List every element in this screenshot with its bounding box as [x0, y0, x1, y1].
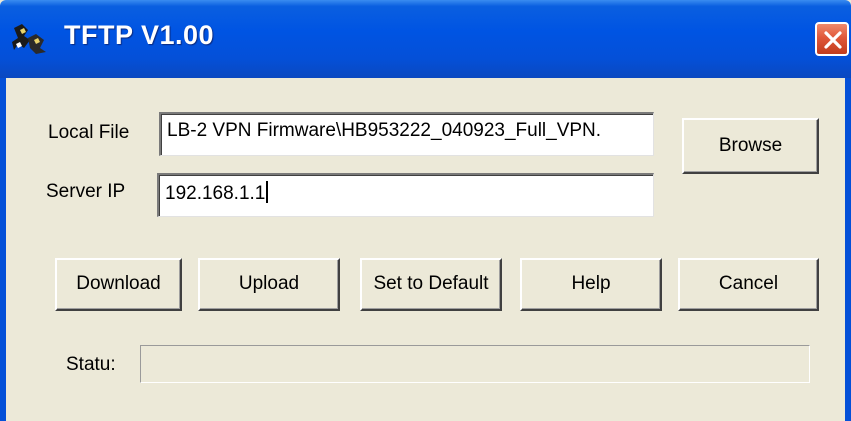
- local-file-input[interactable]: LB-2 VPN Firmware\HB953222_040923_Full_V…: [159, 112, 654, 156]
- title-bar[interactable]: TFTP V1.00: [0, 0, 851, 78]
- upload-button[interactable]: Upload: [198, 258, 340, 311]
- local-file-value: LB-2 VPN Firmware\HB953222_040923_Full_V…: [167, 120, 602, 141]
- tftp-app-icon: [10, 22, 50, 56]
- text-caret: [266, 181, 269, 203]
- server-ip-label: Server IP: [46, 181, 126, 202]
- cancel-button[interactable]: Cancel: [678, 258, 819, 311]
- window-frame-right: [845, 78, 851, 421]
- local-file-label: Local File: [48, 122, 130, 143]
- tftp-window: TFTP V1.00 Local File LB-2 VPN Firmware\…: [0, 0, 851, 421]
- window-frame-left: [0, 78, 6, 421]
- server-ip-input[interactable]: 192.168.1.1: [157, 173, 654, 217]
- set-to-default-button[interactable]: Set to Default: [360, 258, 502, 311]
- download-button[interactable]: Download: [55, 258, 182, 311]
- close-icon: [824, 31, 842, 49]
- status-field: [140, 345, 810, 383]
- window-title: TFTP V1.00: [64, 20, 215, 50]
- help-button[interactable]: Help: [520, 258, 662, 311]
- close-button[interactable]: [815, 22, 849, 56]
- browse-button[interactable]: Browse: [682, 118, 819, 174]
- server-ip-value: 192.168.1.1: [165, 183, 266, 204]
- status-label: Statu:: [66, 354, 116, 375]
